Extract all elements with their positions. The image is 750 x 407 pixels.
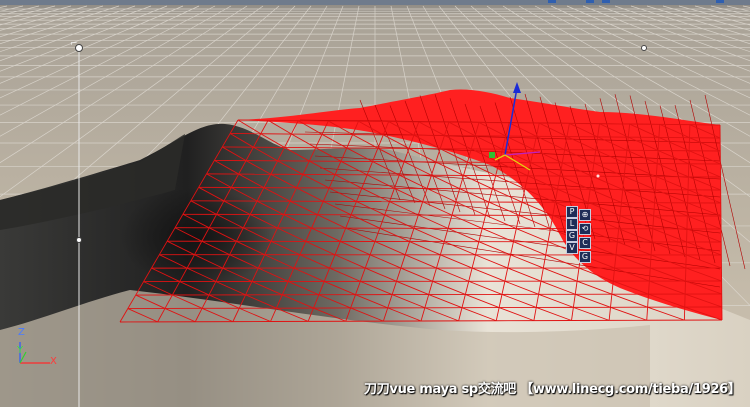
view-button-s[interactable]: G (579, 251, 591, 263)
guide-handle-middle[interactable] (76, 237, 82, 243)
mesh-point-marker (596, 174, 600, 178)
top-indicator-1 (548, 0, 556, 3)
view-button-g[interactable]: G (566, 230, 578, 242)
3d-viewport[interactable]: ⌐ P ⊕ L ⟲ G C V G Z Y X 刀刀vue maya sp交流吧 【www.l… (0, 0, 750, 407)
axis-y-label: Y (17, 345, 24, 356)
scene-canvas[interactable]: ⌐ (0, 0, 750, 407)
view-button-p[interactable]: P (566, 206, 578, 218)
view-button-v[interactable]: V (566, 242, 578, 254)
axis-z-label: Z (18, 327, 25, 338)
top-indicator-3 (602, 0, 610, 3)
top-menu-strip (0, 0, 750, 5)
view-button-rotate[interactable]: ⟲ (579, 223, 591, 235)
view-button-move[interactable]: ⊕ (579, 209, 591, 221)
top-indicator-4 (716, 0, 724, 3)
top-indicator-2 (586, 0, 594, 3)
target-handle[interactable] (641, 45, 647, 51)
axis-x-label: X (50, 356, 57, 367)
view-button-c[interactable]: C (579, 237, 591, 249)
watermark-text: 刀刀vue maya sp交流吧 【www.linecg.com/tieba/1… (364, 382, 741, 397)
camera-icon: ⌐ (70, 39, 78, 49)
gizmo-handle[interactable] (489, 152, 495, 158)
view-button-l[interactable]: L (566, 218, 578, 230)
